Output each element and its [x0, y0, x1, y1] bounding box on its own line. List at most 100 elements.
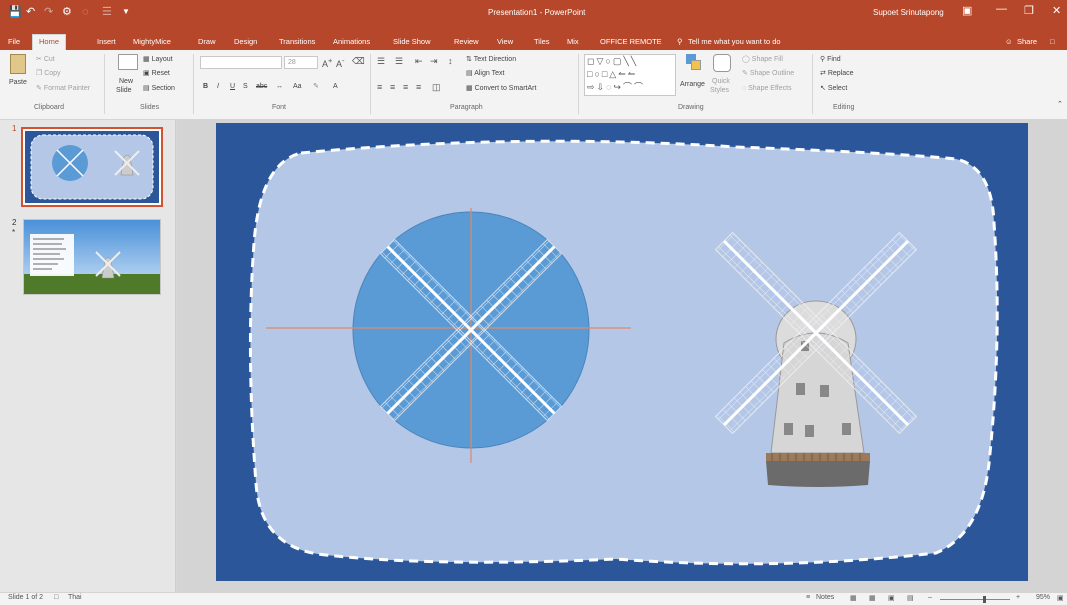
paragraph-group-label: Paragraph — [450, 104, 483, 111]
italic-icon[interactable]: I — [217, 82, 219, 92]
tab-draw[interactable]: Draw — [198, 35, 216, 50]
zoom-slider-thumb[interactable] — [983, 596, 986, 603]
ribbon: Paste ✂ Cut ❐ Copy ✎ Format Painter Clip… — [0, 50, 1067, 120]
slide-thumbnail-2[interactable] — [23, 219, 161, 295]
strikethrough-icon[interactable]: abc — [256, 82, 267, 92]
bullets-icon[interactable]: ☰ — [377, 56, 385, 66]
zoom-level[interactable]: 95% — [1036, 594, 1050, 601]
decrease-indent-icon[interactable]: ⇤ — [415, 56, 423, 66]
copy-button[interactable]: ❐ Copy — [36, 69, 61, 79]
align-left-icon[interactable]: ≡ — [377, 82, 382, 92]
font-name-field[interactable] — [200, 56, 282, 69]
columns-icon[interactable]: ◫ — [432, 82, 441, 92]
share-button[interactable]: Share — [1017, 35, 1037, 50]
comments-icon[interactable]: □ — [1050, 35, 1055, 50]
shape-fill-button[interactable]: ◯ Shape Fill — [742, 55, 783, 65]
zoom-out-icon[interactable]: – — [928, 594, 932, 601]
save-icon[interactable]: 💾 — [8, 6, 22, 18]
notes-button[interactable]: Notes — [816, 594, 834, 601]
arrange-icon[interactable] — [686, 54, 702, 72]
clear-format-icon[interactable]: ⌫ — [352, 56, 365, 66]
tab-home[interactable]: Home — [32, 34, 67, 50]
font-color-icon[interactable]: A — [333, 82, 338, 92]
tab-slide-show[interactable]: Slide Show — [393, 35, 431, 50]
slide-canvas[interactable] — [216, 123, 1028, 581]
slideshow-icon[interactable]: ▤ — [907, 594, 914, 602]
quick-styles-label: Styles — [710, 87, 730, 94]
grow-font-icon[interactable]: A+ — [322, 56, 332, 69]
font-size-field[interactable]: 28 — [284, 56, 318, 69]
tab-animations[interactable]: Animations — [333, 35, 370, 50]
tab-review[interactable]: Review — [454, 35, 479, 50]
repeat-icon[interactable]: ⚙ — [62, 6, 72, 18]
change-case-button[interactable]: Aa — [293, 82, 302, 92]
numbering-icon[interactable]: ☰ — [395, 56, 403, 66]
collapse-ribbon-icon[interactable]: ⌃ — [1057, 100, 1063, 110]
new-slide-icon[interactable] — [118, 54, 138, 70]
undo-icon[interactable]: ↶ — [26, 6, 35, 18]
justify-icon[interactable]: ≡ — [416, 82, 421, 92]
section-button[interactable]: ▤ Section — [143, 84, 175, 94]
restore-icon[interactable]: ❐ — [1024, 5, 1034, 17]
redo-icon[interactable]: ↷ — [44, 6, 53, 18]
line-spacing-icon[interactable]: ↕ — [448, 56, 453, 66]
replace-button[interactable]: ⇄ Replace — [820, 69, 854, 79]
user-name[interactable]: Supoet Srinutapong — [873, 8, 944, 17]
shapes-gallery[interactable]: ◻▽○▢╲╲ □○□△↼↼ ⇨⇩◌↪⌒⌒ — [584, 54, 676, 96]
tab-file[interactable]: File — [8, 35, 20, 50]
align-text-button[interactable]: ▤ Align Text — [466, 69, 504, 79]
reset-button[interactable]: ▣ Reset — [143, 69, 170, 79]
notes-icon: ≡ — [806, 594, 811, 601]
cut-button[interactable]: ✂ Cut — [36, 55, 55, 65]
bold-icon[interactable]: B — [203, 82, 208, 92]
close-icon[interactable]: ✕ — [1052, 5, 1061, 17]
paste-icon[interactable] — [10, 54, 26, 74]
layout-label: Layout — [151, 56, 173, 63]
shadow-icon[interactable]: S — [243, 82, 248, 92]
fit-slide-icon[interactable]: ▣ — [1057, 594, 1064, 602]
tab-view[interactable]: View — [497, 35, 513, 50]
slide-sorter-icon[interactable]: ▦ — [869, 594, 876, 602]
tab-design[interactable]: Design — [234, 35, 257, 50]
shape-outline-label: Shape Outline — [749, 70, 795, 77]
tell-me-search[interactable]: Tell me what you want to do — [688, 35, 781, 50]
align-right-icon[interactable]: ≡ — [403, 82, 408, 92]
tab-mix[interactable]: Mix — [567, 35, 579, 50]
tab-office-remote[interactable]: OFFICE REMOTE — [600, 35, 662, 50]
tab-tiles[interactable]: Tiles — [534, 35, 550, 50]
find-button[interactable]: ⚲ Find — [820, 55, 841, 65]
shape-effects-button[interactable]: ◌ Shape Effects — [742, 84, 792, 94]
zoom-in-icon[interactable]: + — [1016, 594, 1020, 601]
shape-fill-label: Shape Fill — [751, 56, 783, 63]
tab-mightymice[interactable]: MightyMice — [133, 35, 171, 50]
slide-thumbnail-1[interactable] — [21, 127, 163, 207]
normal-view-icon[interactable]: ▦ — [850, 594, 857, 602]
shrink-font-icon[interactable]: A- — [336, 56, 345, 69]
language-indicator[interactable]: Thai — [68, 594, 82, 601]
shape-outline-button[interactable]: ✎ Shape Outline — [742, 69, 794, 79]
tab-transitions[interactable]: Transitions — [279, 35, 315, 50]
format-painter-button[interactable]: ✎ Format Painter — [36, 84, 90, 94]
reading-view-icon[interactable]: ▣ — [888, 594, 895, 602]
customize-qat-icon[interactable]: ▼ — [122, 6, 130, 18]
spelling-icon[interactable]: □ — [54, 594, 58, 601]
underline-icon[interactable]: U — [230, 82, 235, 92]
convert-smartart-button[interactable]: ▦ Convert to SmartArt — [466, 84, 536, 94]
arrange-button[interactable]: Arrange — [680, 80, 705, 90]
layout-button[interactable]: ▦ Layout — [143, 55, 173, 65]
char-spacing-icon[interactable]: ↔ — [276, 82, 283, 92]
ribbon-display-icon[interactable]: ▣ — [962, 5, 972, 17]
tab-insert[interactable]: Insert — [97, 35, 116, 50]
align-center-icon[interactable]: ≡ — [390, 82, 395, 92]
highlight-icon[interactable]: ✎ — [313, 82, 319, 92]
touch-mode-icon[interactable]: ☰ — [102, 6, 112, 18]
quick-access-icon[interactable]: ◌ — [82, 6, 89, 18]
slide-thumbnail-pane: 1 2 * — [0, 120, 176, 592]
minimize-icon[interactable]: — — [996, 3, 1007, 15]
paste-button[interactable]: Paste — [9, 78, 27, 88]
select-button[interactable]: ↖ Select — [820, 84, 847, 94]
increase-indent-icon[interactable]: ⇥ — [430, 56, 438, 66]
text-direction-button[interactable]: ⇅ Text Direction — [466, 55, 516, 65]
zoom-slider[interactable] — [940, 599, 1010, 600]
quick-styles-icon[interactable] — [713, 54, 731, 72]
